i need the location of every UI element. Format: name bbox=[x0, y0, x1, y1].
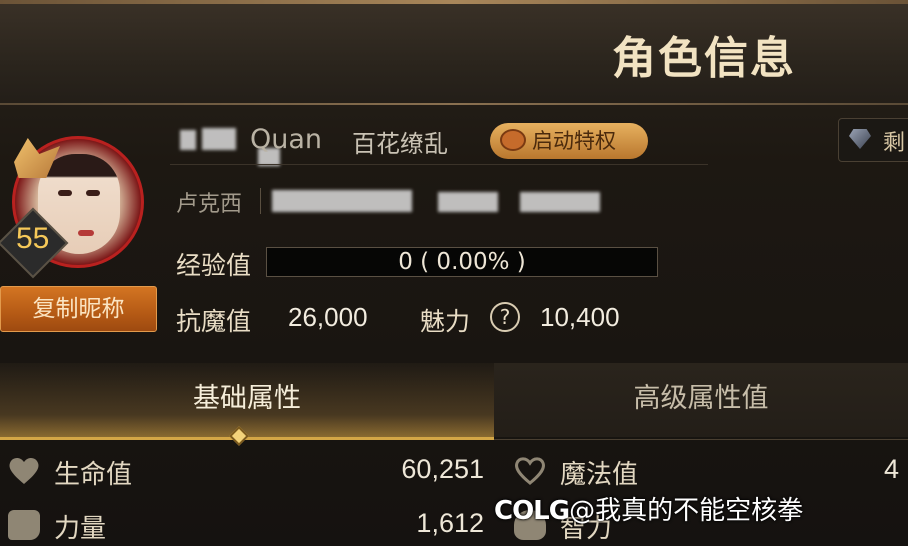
help-icon[interactable]: ? bbox=[490, 302, 520, 332]
redacted-block bbox=[202, 128, 236, 150]
server-name: 卢克西 bbox=[176, 192, 243, 217]
start-privilege-label: 启动特权 bbox=[532, 129, 616, 153]
tab-advanced-attributes[interactable]: 高级属性值 bbox=[494, 363, 908, 437]
redacted-block bbox=[272, 190, 412, 212]
start-privilege-button[interactable]: 启动特权 bbox=[490, 123, 648, 159]
attribute-row-strength: 力量 1,612 bbox=[8, 508, 488, 546]
attribute-label: 力量 bbox=[54, 514, 107, 544]
charm-value: 10,400 bbox=[540, 302, 620, 332]
attribute-value: 1,612 bbox=[416, 508, 484, 538]
heart-icon bbox=[8, 456, 40, 486]
resistance-label: 抗魔值 bbox=[176, 307, 252, 336]
character-info-panel: 角色信息 55 复制昵称 Quan 百花缭乱 启动特权 剩 卢克西 经验值 0 … bbox=[0, 0, 908, 546]
page-title: 角色信息 bbox=[612, 33, 796, 84]
heart-outline-icon bbox=[515, 457, 545, 485]
copy-nickname-button[interactable]: 复制昵称 bbox=[0, 286, 157, 332]
avatar-eye-left bbox=[58, 190, 72, 196]
remaining-chip[interactable]: 剩 bbox=[838, 118, 908, 162]
attribute-row-hp: 生命值 60,251 bbox=[8, 454, 488, 494]
avatar[interactable]: 55 bbox=[0, 136, 152, 279]
character-name: Quan bbox=[250, 124, 323, 155]
header: 角色信息 bbox=[0, 0, 908, 105]
level-value: 55 bbox=[16, 222, 50, 255]
header-top-border bbox=[0, 0, 908, 4]
attribute-value: 4 bbox=[884, 454, 900, 484]
attribute-tabs: 基础属性 高级属性值 bbox=[0, 363, 908, 446]
character-title: 百花缭乱 bbox=[352, 130, 448, 158]
fist-icon bbox=[8, 510, 40, 540]
avatar-eye-right bbox=[86, 190, 100, 196]
tab-basic-attributes[interactable]: 基础属性 bbox=[0, 363, 494, 437]
exp-value: 0 ( 0.00% ) bbox=[398, 249, 526, 275]
redacted-block bbox=[180, 130, 196, 150]
attribute-value: 60,251 bbox=[401, 454, 484, 484]
redacted-block bbox=[438, 192, 498, 212]
chat-icon bbox=[500, 129, 526, 151]
remaining-chip-label: 剩 bbox=[883, 131, 906, 156]
redacted-block bbox=[520, 192, 600, 212]
charm-label: 魅力 bbox=[420, 307, 471, 336]
avatar-lips bbox=[78, 230, 94, 236]
attribute-label: 生命值 bbox=[54, 460, 133, 490]
tab-divider bbox=[494, 439, 908, 440]
diamond-icon bbox=[849, 129, 871, 149]
exp-label: 经验值 bbox=[176, 251, 252, 280]
exp-bar: 0 ( 0.00% ) bbox=[266, 247, 658, 277]
divider bbox=[170, 164, 708, 165]
separator bbox=[260, 188, 261, 214]
watermark-text: @我真的不能空核拳 bbox=[569, 496, 804, 526]
watermark: COLG@我真的不能空核拳 bbox=[494, 490, 803, 527]
attribute-label: 魔法值 bbox=[560, 460, 639, 490]
watermark-brand: COLG bbox=[494, 496, 570, 526]
header-divider bbox=[0, 103, 908, 105]
resistance-value: 26,000 bbox=[288, 302, 368, 332]
level-badge: 55 bbox=[0, 207, 70, 279]
attribute-row-mp: 魔法值 4 bbox=[514, 454, 908, 494]
